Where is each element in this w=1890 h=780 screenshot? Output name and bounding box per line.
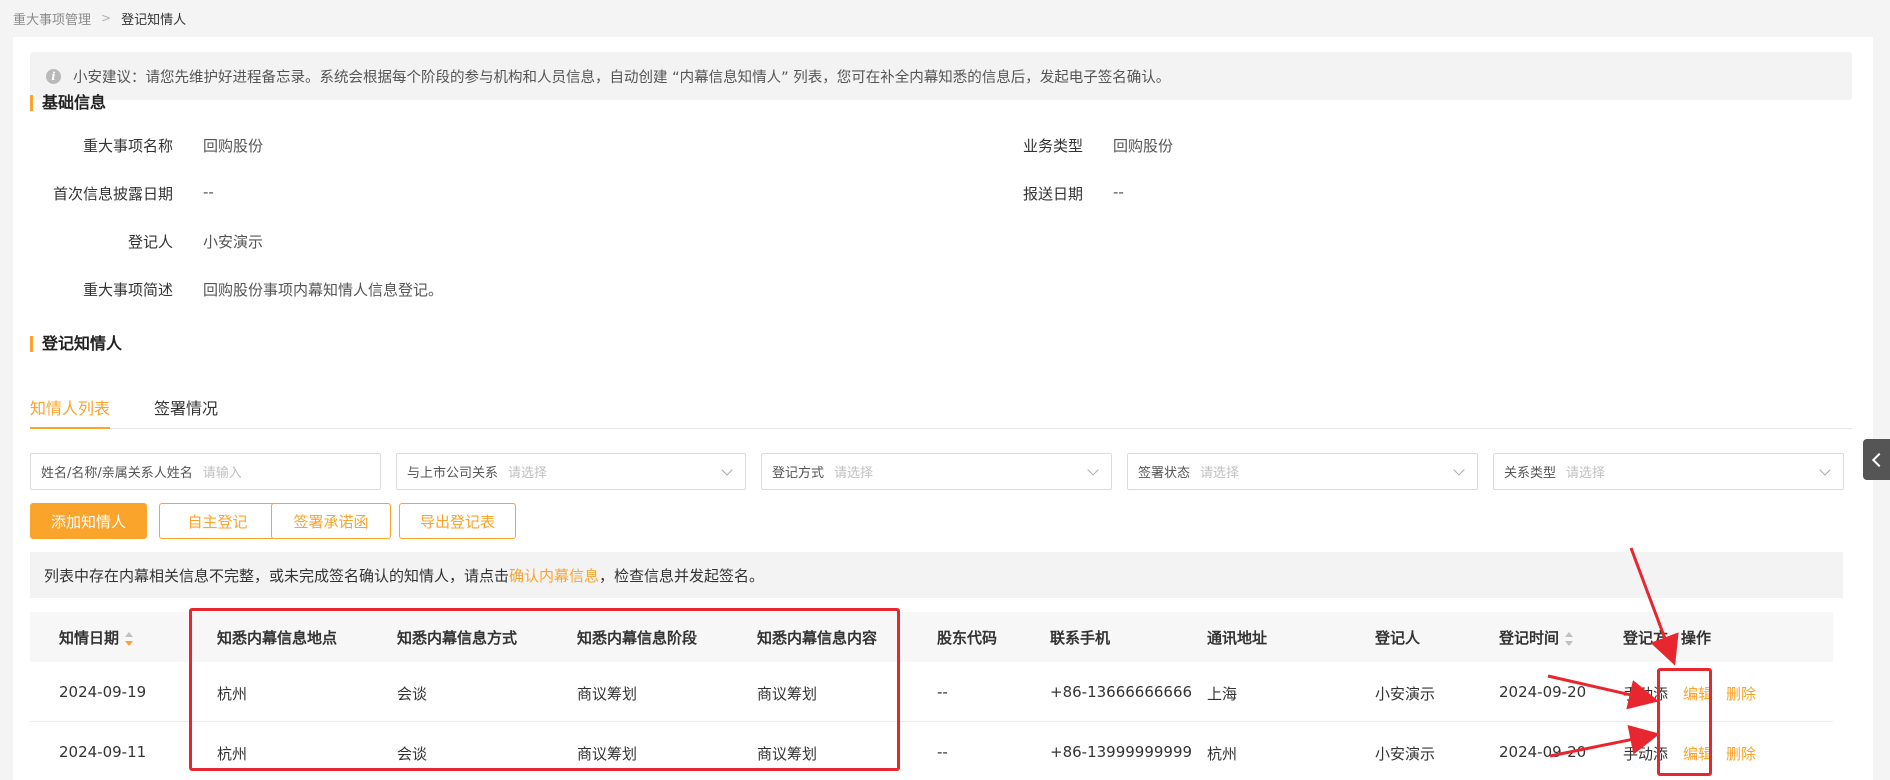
sign-letter-button[interactable]: 签署承诺函 [271,503,391,539]
chevron-down-icon [1819,464,1831,476]
chevron-down-icon [721,464,733,476]
filter-placeholder: 请选择 [1200,466,1240,481]
cell-method: 会谈 [397,685,428,703]
column-header-date[interactable]: 知情日期 [59,627,134,648]
tip-text: 小安建议：请您先维护好进程备忘录。系统会根据每个阶段的参与机构和人员信息，自动创… [73,69,1171,86]
cell-shareholder-code: -- [937,743,948,761]
cell-register-party: 手动添 [1623,745,1669,763]
cell-content: 商议筹划 [757,745,818,763]
cell-address: 上海 [1207,685,1238,703]
tab-sign-status[interactable]: 签署情况 [154,395,218,429]
field-value-event-name: 回购股份 [203,137,264,155]
filter-label: 签署状态 [1138,466,1191,481]
column-header-registrar: 登记人 [1375,629,1421,647]
field-value-registrar: 小安演示 [203,233,264,251]
chevron-left-icon [1871,452,1886,467]
cell-place: 杭州 [217,685,248,703]
column-header-phone: 联系手机 [1050,629,1111,647]
section-title-basic-info: 基础信息 [30,93,106,113]
main-card: i 小安建议：请您先维护好进程备忘录。系统会根据每个阶段的参与机构和人员信息，自… [13,37,1873,780]
notice-text-before: 列表中存在内幕相关信息不完整，或未完成签名确认的知情人，请点击 [44,566,510,585]
cell-registrar: 小安演示 [1375,685,1436,703]
field-label-first-disclosure-date: 首次信息披露日期 [52,185,173,203]
column-header-place: 知悉内幕信息地点 [217,629,338,647]
table-header: 知情日期 知悉内幕信息地点 知悉内幕信息方式 知悉内幕信息阶段 知悉内幕信息内容… [30,612,1833,662]
delete-button[interactable]: 删除 [1726,683,1756,704]
incomplete-info-notice: 列表中存在内幕相关信息不完整，或未完成签名确认的知情人，请点击 确认内幕信息 ，… [30,552,1843,598]
filter-company-relation-select[interactable]: 与上市公司关系 请选择 [396,453,746,490]
cell-content: 商议筹划 [757,685,818,703]
column-header-content: 知悉内幕信息内容 [757,629,878,647]
field-label-submit-date: 报送日期 [1022,185,1083,203]
delete-button[interactable]: 删除 [1726,743,1756,764]
chevron-down-icon [1453,464,1465,476]
column-header-method: 知悉内幕信息方式 [397,629,518,647]
filter-relation-type-select[interactable]: 关系类型 请选择 [1493,453,1844,490]
field-label-summary: 重大事项简述 [82,281,173,299]
collapse-panel-tab[interactable] [1863,439,1890,480]
self-register-button[interactable]: 自主登记 [159,503,276,539]
export-button[interactable]: 导出登记表 [399,503,516,539]
column-header-register-party: 登记方 [1623,629,1669,647]
filter-placeholder: 请输入 [202,466,242,481]
edit-button[interactable]: 编辑 [1683,743,1713,764]
edit-button[interactable]: 编辑 [1683,683,1713,704]
field-label-business-type: 业务类型 [1022,137,1083,155]
sort-icon[interactable] [125,631,134,646]
filter-sign-status-select[interactable]: 签署状态 请选择 [1127,453,1478,490]
tab-insider-list[interactable]: 知情人列表 [30,395,111,429]
insider-tabs: 知情人列表 签署情况 [30,385,1852,429]
cell-place: 杭州 [217,745,248,763]
cell-stage: 商议筹划 [577,745,638,763]
cell-phone: +86-13666666666 [1050,683,1193,701]
filter-label: 关系类型 [1504,466,1557,481]
column-header-actions: 操作 [1681,629,1712,647]
tip-banner: i 小安建议：请您先维护好进程备忘录。系统会根据每个阶段的参与机构和人员信息，自… [30,52,1852,100]
cell-registrar: 小安演示 [1375,745,1436,763]
field-label-event-name: 重大事项名称 [82,137,173,155]
cell-stage: 商议筹划 [577,685,638,703]
info-icon: i [46,68,61,84]
field-value-summary: 回购股份事项内幕知情人信息登记。 [203,281,444,299]
column-header-stage: 知悉内幕信息阶段 [577,629,698,647]
filter-name-input[interactable]: 姓名/名称/亲属关系人姓名 请输入 [30,453,381,490]
sort-icon[interactable] [1565,631,1574,646]
field-value-first-disclosure-date: -- [203,183,214,201]
breadcrumb-parent[interactable]: 重大事项管理 [13,9,91,28]
column-header-register-time[interactable]: 登记时间 [1499,627,1574,648]
filter-label: 登记方式 [772,466,825,481]
confirm-insider-info-link[interactable]: 确认内幕信息 [509,565,599,586]
table-row: 2024-09-19 杭州 会谈 商议筹划 商议筹划 -- +86-136666… [30,662,1833,722]
breadcrumb-current: 登记知情人 [121,12,187,28]
field-value-submit-date: -- [1113,183,1124,201]
filter-placeholder: 请选择 [508,466,548,481]
cell-date: 2024-09-19 [59,683,147,701]
filter-label: 与上市公司关系 [407,466,499,481]
breadcrumb: 重大事项管理 > 登记知情人 [13,8,186,28]
cell-shareholder-code: -- [937,683,948,701]
filter-placeholder: 请选择 [1566,466,1606,481]
table-row: 2024-09-11 杭州 会谈 商议筹划 商议筹划 -- +86-139999… [30,722,1833,780]
section-title-insiders: 登记知情人 [30,334,122,354]
field-label-registrar: 登记人 [127,233,173,251]
cell-date: 2024-09-11 [59,743,147,761]
column-header-shareholder-code: 股东代码 [937,629,998,647]
cell-phone: +86-13999999999 [1050,743,1193,761]
filter-label: 姓名/名称/亲属关系人姓名 [41,466,193,481]
add-insider-button[interactable]: 添加知情人 [30,503,147,539]
filter-placeholder: 请选择 [834,466,874,481]
notice-text-after: ，检查信息并发起签名。 [599,566,765,585]
cell-address: 杭州 [1207,745,1238,763]
cell-register-time: 2024-09-20 [1499,683,1587,701]
field-value-business-type: 回购股份 [1113,137,1174,155]
filter-register-method-select[interactable]: 登记方式 请选择 [761,453,1112,490]
cell-register-time: 2024-09-20 [1499,743,1587,761]
chevron-right-icon: > [101,11,112,25]
chevron-down-icon [1087,464,1099,476]
cell-register-party: 手动添 [1623,685,1669,703]
column-header-address: 通讯地址 [1207,629,1268,647]
cell-method: 会谈 [397,745,428,763]
